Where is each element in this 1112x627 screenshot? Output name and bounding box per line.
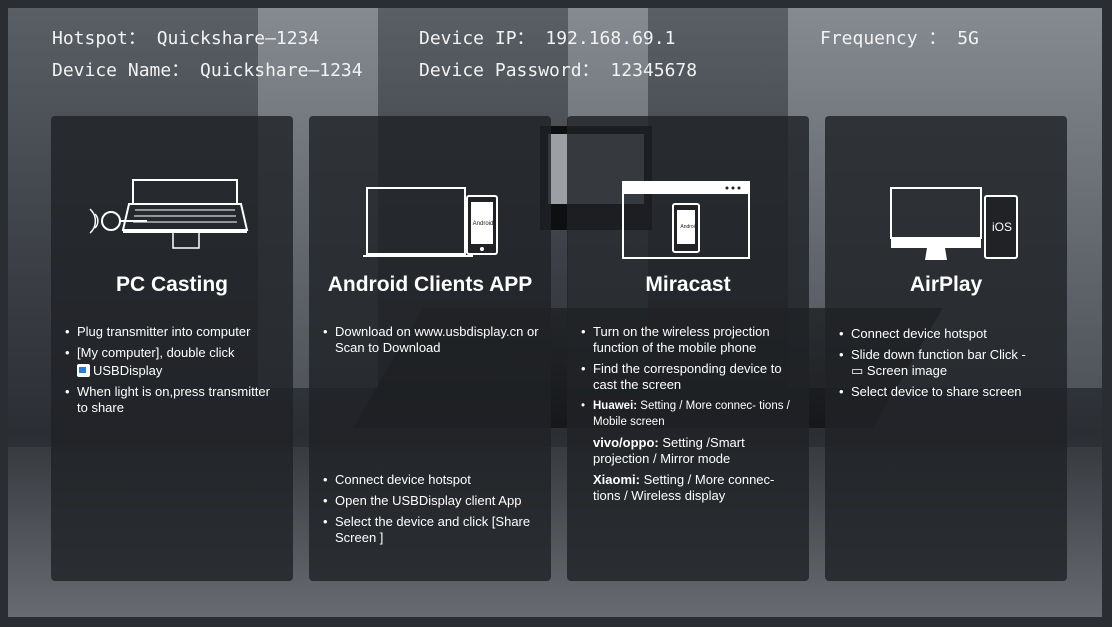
list-item: Slide down function bar Click - [839, 347, 1057, 363]
panel-airplay[interactable]: iOS AirPlay Connect device hotspot Slide… [825, 116, 1067, 581]
screen-mirror-icon: ▭ [851, 363, 867, 378]
airplay-title: AirPlay [909, 273, 983, 296]
list-item: Plug transmitter into computer [65, 324, 283, 340]
vivo-instruction: vivo/oppo: Setting /Smart projection / M… [581, 435, 799, 467]
list-item: Select device to share screen [839, 384, 1057, 400]
device-name-label: Device Name： Quickshare—1234 [52, 60, 363, 81]
panel-pc-casting[interactable]: PC Casting Plug transmitter into compute… [51, 116, 293, 581]
airplay-steps: Connect device hotspot Slide down functi… [839, 326, 1057, 405]
miracast-screen-label: Android [680, 224, 698, 230]
vivo-brand: vivo/oppo: [593, 435, 659, 450]
list-item: Connect device hotspot [839, 326, 1057, 342]
huawei-instruction: Huawei: Setting / More connec- tions / M… [581, 398, 799, 430]
panel-android-clients-app[interactable]: Android Android Clients APP Download on … [309, 116, 551, 581]
android-download-steps: Download on www.usbdisplay.cn or Scan to… [323, 324, 541, 361]
android-title: Android Clients APP [327, 273, 533, 296]
list-item: Turn on the wireless projection function… [581, 324, 799, 356]
list-item: Connect device hotspot [323, 472, 541, 488]
frequency-label: Frequency ： 5G [820, 28, 979, 49]
ios-label: iOS [991, 220, 1012, 234]
xiaomi-brand: Xiaomi: [593, 472, 640, 487]
list-item: When light is on,press transmitter to sh… [65, 384, 283, 416]
miracast-steps: Turn on the wireless projection function… [581, 324, 799, 509]
list-item: Open the USBDisplay client App [323, 493, 541, 509]
list-item: [My computer], double click [65, 345, 283, 361]
android-share-steps: Connect device hotspot Open the USBDispl… [323, 472, 541, 551]
android-screen-label: Android [472, 221, 494, 227]
list-item: Find the corresponding device to cast th… [581, 361, 799, 393]
list-item: Select the device and click [Share Scree… [323, 514, 541, 546]
pc-casting-steps: Plug transmitter into computer [My compu… [65, 324, 283, 421]
pc-casting-title: PC Casting [115, 273, 228, 296]
hotspot-label: Hotspot： Quickshare—1234 [52, 28, 320, 49]
miracast-title: Miracast [645, 273, 731, 296]
device-password-label: Device Password： 12345678 [419, 60, 698, 81]
list-item: USBDisplay [65, 363, 283, 379]
browser-window-icon [622, 181, 750, 259]
list-item: Download on www.usbdisplay.cn or Scan to… [323, 324, 541, 356]
list-item: ▭ Screen image [839, 363, 1057, 379]
laptop-icon [89, 179, 249, 249]
device-ip-label: Device IP： 192.168.69.1 [419, 28, 676, 49]
panel-miracast[interactable]: Android Miracast Turn on the wireless pr… [567, 116, 809, 581]
usbdisplay-app-icon [77, 364, 90, 377]
huawei-brand: Huawei: [593, 400, 638, 412]
xiaomi-instruction: Xiaomi: Setting / More connec- tions / W… [581, 472, 799, 504]
screen-image-label: Screen image [866, 363, 948, 378]
usbdisplay-label: USBDisplay [93, 363, 163, 378]
